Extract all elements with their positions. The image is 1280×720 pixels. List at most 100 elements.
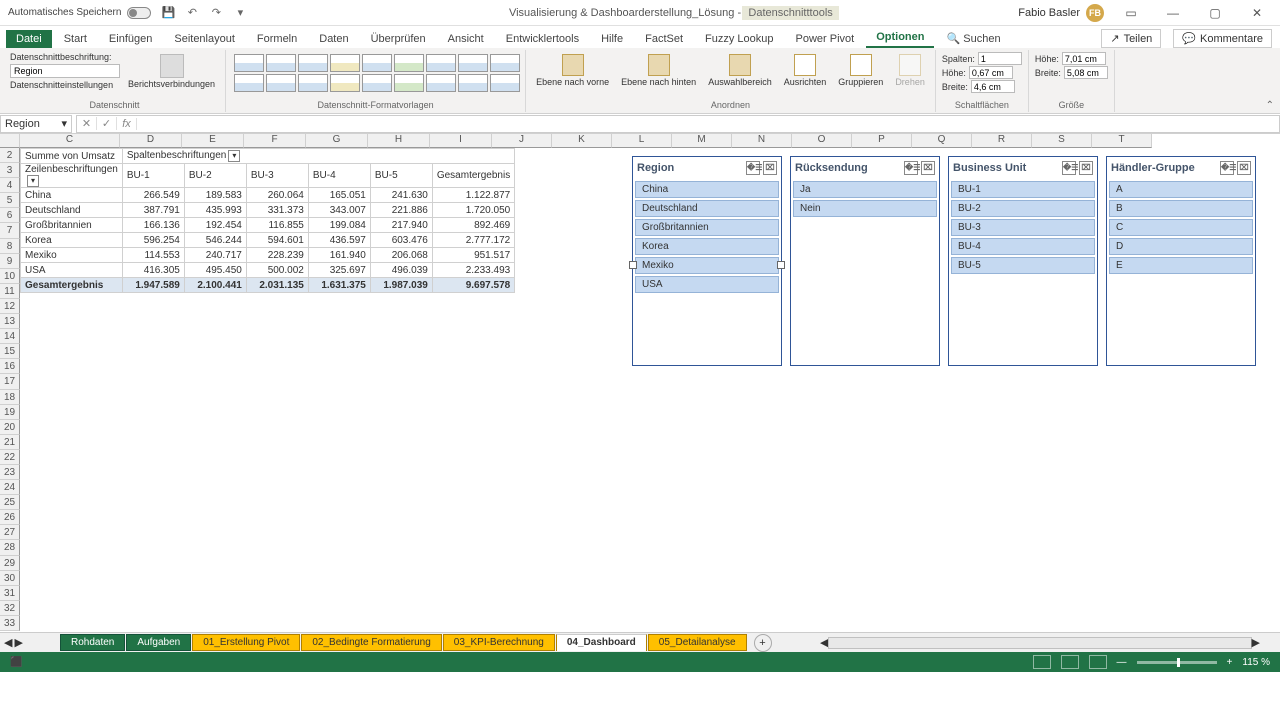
col-header[interactable]: F bbox=[244, 134, 306, 148]
tab-view[interactable]: Ansicht bbox=[438, 30, 494, 48]
style-gallery[interactable] bbox=[232, 52, 519, 94]
normal-view-icon[interactable] bbox=[1033, 655, 1051, 669]
multiselect-icon[interactable]: �☰ bbox=[1220, 161, 1234, 175]
row-header[interactable]: 32 bbox=[0, 601, 20, 616]
col-header[interactable]: K bbox=[552, 134, 612, 148]
clear-filter-icon[interactable]: ⌧ bbox=[1237, 161, 1251, 175]
ribbon-mode-icon[interactable]: ▭ bbox=[1116, 3, 1146, 23]
row-header[interactable]: 17 bbox=[0, 374, 20, 389]
cell[interactable]: 331.373 bbox=[246, 203, 308, 218]
cell[interactable]: 240.717 bbox=[184, 248, 246, 263]
style-swatch[interactable] bbox=[458, 74, 488, 92]
redo-icon[interactable]: ↷ bbox=[209, 6, 223, 20]
cell[interactable]: 1.122.877 bbox=[432, 188, 514, 203]
tab-formulas[interactable]: Formeln bbox=[247, 30, 307, 48]
tab-next-icon[interactable]: ▶ bbox=[14, 636, 22, 649]
maximize-icon[interactable]: ▢ bbox=[1200, 3, 1230, 23]
style-swatch[interactable] bbox=[362, 74, 392, 92]
table-row[interactable]: Großbritannien166.136192.454116.855199.0… bbox=[21, 218, 515, 233]
cell[interactable]: 596.254 bbox=[122, 233, 184, 248]
tab-data[interactable]: Daten bbox=[309, 30, 358, 48]
tab-fuzzy[interactable]: Fuzzy Lookup bbox=[695, 30, 783, 48]
style-swatch[interactable] bbox=[330, 74, 360, 92]
chevron-down-icon[interactable]: ▾ bbox=[61, 117, 67, 130]
zoom-slider[interactable] bbox=[1137, 661, 1217, 664]
name-box[interactable]: Region▾ bbox=[0, 115, 72, 133]
tab-start[interactable]: Start bbox=[54, 30, 97, 48]
col-header[interactable]: P bbox=[852, 134, 912, 148]
accept-formula-icon[interactable]: ✓ bbox=[97, 117, 117, 130]
slicer-item[interactable]: BU-5 bbox=[951, 257, 1095, 274]
group-button[interactable]: Gruppieren bbox=[834, 52, 887, 90]
col-header[interactable]: J bbox=[492, 134, 552, 148]
page-layout-view-icon[interactable] bbox=[1061, 655, 1079, 669]
cell[interactable]: 951.517 bbox=[432, 248, 514, 263]
formula-bar[interactable]: ✕ ✓ fx bbox=[76, 115, 1280, 133]
zoom-out-icon[interactable]: ― bbox=[1117, 657, 1127, 668]
row-header[interactable]: 20 bbox=[0, 420, 20, 435]
tab-insert[interactable]: Einfügen bbox=[99, 30, 162, 48]
tab-file[interactable]: Datei bbox=[6, 30, 52, 48]
sheet-tab[interactable]: 01_Erstellung Pivot bbox=[192, 634, 300, 651]
row-header[interactable]: 9 bbox=[0, 254, 20, 269]
cell[interactable]: 500.002 bbox=[246, 263, 308, 278]
comments-button[interactable]: 💬 Kommentare bbox=[1173, 29, 1272, 48]
cell[interactable]: 166.136 bbox=[122, 218, 184, 233]
cell[interactable]: 165.051 bbox=[308, 188, 370, 203]
cell[interactable]: 435.993 bbox=[184, 203, 246, 218]
cell[interactable]: 496.039 bbox=[370, 263, 432, 278]
row-header[interactable]: 8 bbox=[0, 239, 20, 254]
table-row[interactable]: Deutschland387.791435.993331.373343.0072… bbox=[21, 203, 515, 218]
cell[interactable]: 1.720.050 bbox=[432, 203, 514, 218]
row-header[interactable]: 2 bbox=[0, 148, 20, 163]
tab-devtools[interactable]: Entwicklertools bbox=[496, 30, 589, 48]
ds-settings[interactable]: Datenschnitteinstellungen bbox=[10, 80, 120, 90]
cols-input[interactable] bbox=[978, 52, 1022, 65]
sheet-tab[interactable]: Rohdaten bbox=[60, 634, 125, 651]
row-header[interactable]: 21 bbox=[0, 435, 20, 450]
bring-front-button[interactable]: Ebene nach vorne bbox=[532, 52, 613, 90]
slicer-item[interactable]: BU-4 bbox=[951, 238, 1095, 255]
zoom-value[interactable]: 115 % bbox=[1242, 657, 1270, 668]
slicer-item[interactable]: Mexiko bbox=[635, 257, 779, 274]
style-swatch[interactable] bbox=[234, 54, 264, 72]
align-button[interactable]: Ausrichten bbox=[780, 52, 831, 90]
tab-help[interactable]: Hilfe bbox=[591, 30, 633, 48]
slicer-item[interactable]: BU-1 bbox=[951, 181, 1095, 198]
style-swatch[interactable] bbox=[394, 54, 424, 72]
row-header[interactable]: 33 bbox=[0, 616, 20, 631]
multiselect-icon[interactable]: �☰ bbox=[1062, 161, 1076, 175]
row-header[interactable]: 23 bbox=[0, 465, 20, 480]
cell[interactable]: 260.064 bbox=[246, 188, 308, 203]
col-header[interactable]: Q bbox=[912, 134, 972, 148]
tab-powerpivot[interactable]: Power Pivot bbox=[786, 30, 865, 48]
autosave[interactable]: Automatisches Speichern bbox=[8, 7, 151, 19]
col-header[interactable]: H bbox=[368, 134, 430, 148]
style-swatch[interactable] bbox=[298, 54, 328, 72]
style-swatch[interactable] bbox=[458, 54, 488, 72]
row-header[interactable]: 11 bbox=[0, 284, 20, 299]
cols-filter-icon[interactable]: ▾ bbox=[228, 150, 240, 162]
row-header[interactable]: 19 bbox=[0, 405, 20, 420]
slicer-item[interactable]: E bbox=[1109, 257, 1253, 274]
cancel-formula-icon[interactable]: ✕ bbox=[77, 117, 97, 130]
slicer-item[interactable]: B bbox=[1109, 200, 1253, 217]
row-header[interactable]: 16 bbox=[0, 359, 20, 374]
style-swatch[interactable] bbox=[426, 74, 456, 92]
row-header[interactable]: 7 bbox=[0, 223, 20, 238]
minimize-icon[interactable]: ― bbox=[1158, 3, 1188, 23]
cell[interactable]: 116.855 bbox=[246, 218, 308, 233]
col-header[interactable]: D bbox=[120, 134, 182, 148]
style-swatch[interactable] bbox=[490, 54, 520, 72]
pagebreak-view-icon[interactable] bbox=[1089, 655, 1107, 669]
row-header[interactable]: 4 bbox=[0, 178, 20, 193]
col-header[interactable]: G bbox=[306, 134, 368, 148]
cell[interactable]: 325.697 bbox=[308, 263, 370, 278]
col-header[interactable]: T bbox=[1092, 134, 1152, 148]
ds-caption-input[interactable] bbox=[10, 64, 120, 78]
cell[interactable]: 892.469 bbox=[432, 218, 514, 233]
slicer-item[interactable]: C bbox=[1109, 219, 1253, 236]
autosave-toggle[interactable] bbox=[127, 7, 151, 19]
slicer[interactable]: Business Unit�☰⌧BU-1BU-2BU-3BU-4BU-5 bbox=[948, 156, 1098, 366]
cell[interactable]: 161.940 bbox=[308, 248, 370, 263]
